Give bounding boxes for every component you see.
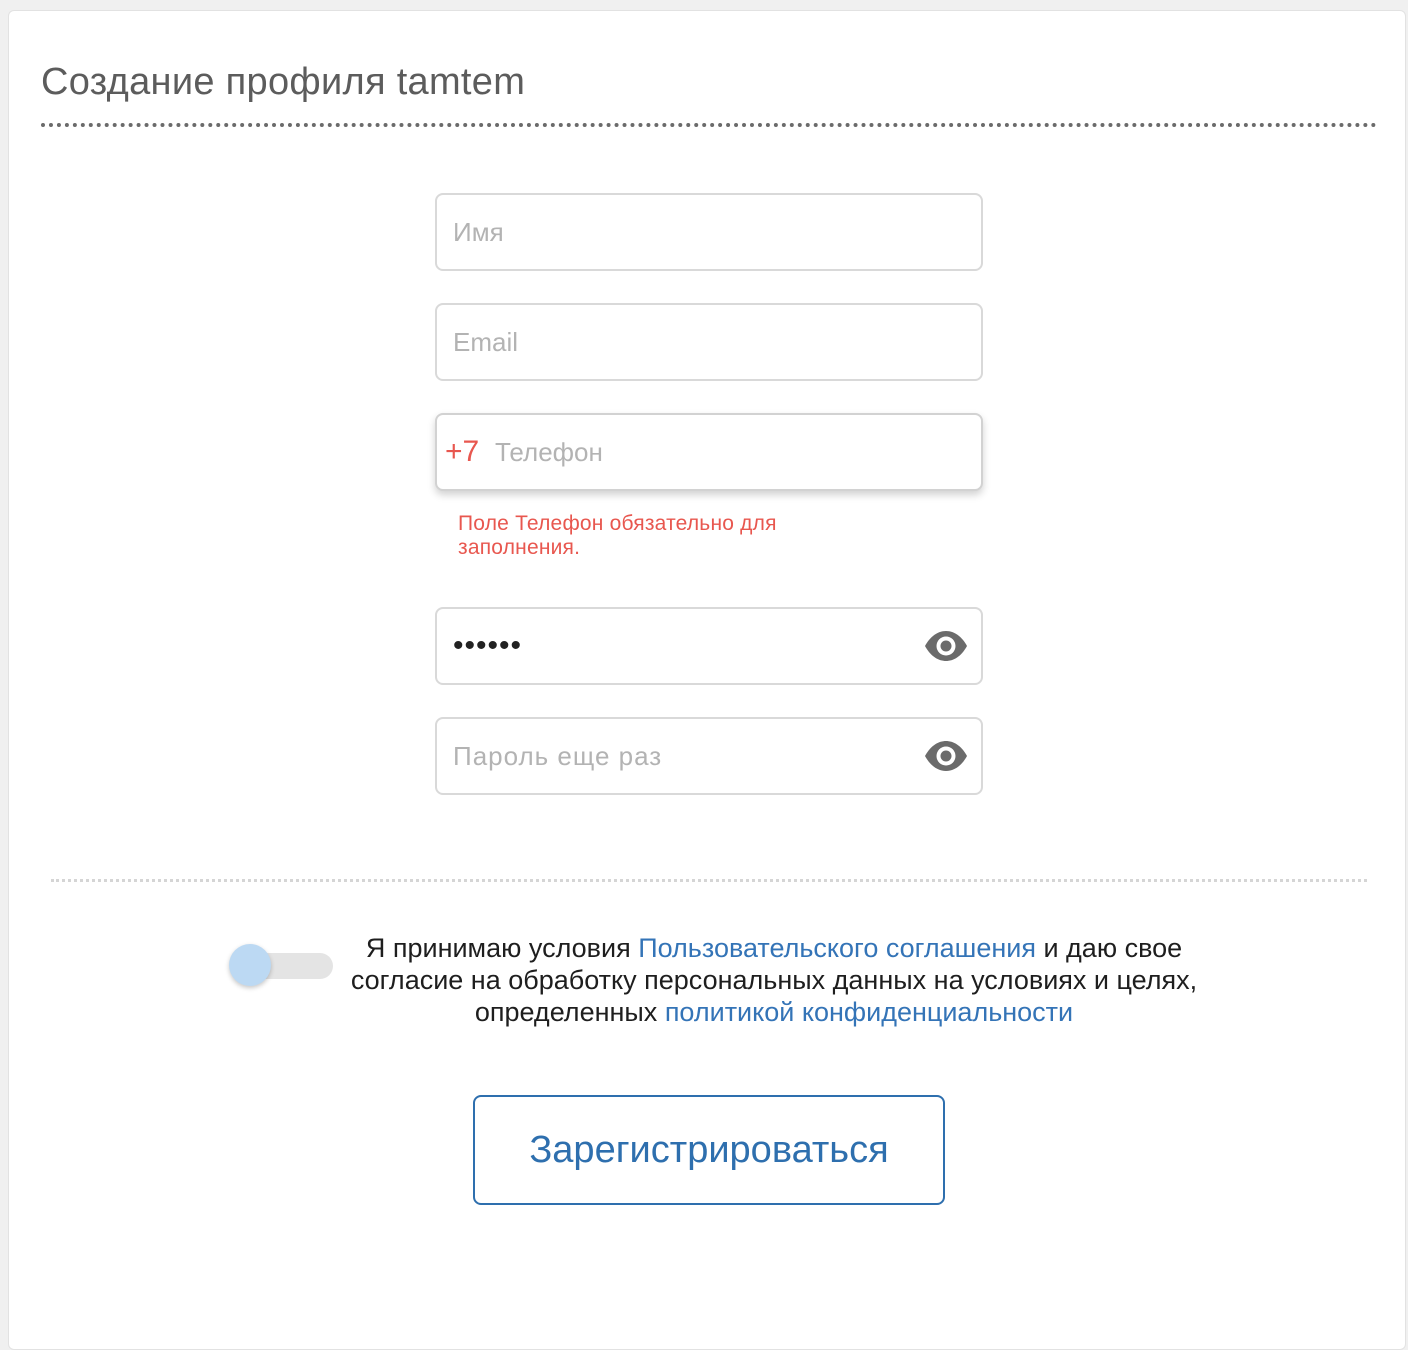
- email-field[interactable]: [435, 303, 983, 381]
- register-button[interactable]: Зарегистрироваться: [473, 1095, 945, 1205]
- registration-card: Создание профиля tamtem +7 Поле Телефон …: [8, 10, 1406, 1350]
- password-field[interactable]: [435, 607, 983, 685]
- privacy-policy-link[interactable]: политикой конфиденциальности: [665, 997, 1073, 1027]
- name-input[interactable]: [437, 195, 981, 269]
- name-field[interactable]: [435, 193, 983, 271]
- phone-field[interactable]: +7: [435, 413, 983, 491]
- password-repeat-input[interactable]: [437, 719, 981, 793]
- phone-error-message: Поле Телефон обязательно для заполнения.: [458, 512, 777, 559]
- eye-icon[interactable]: [923, 629, 969, 663]
- password-input[interactable]: [437, 609, 981, 683]
- title-divider: [41, 123, 1377, 127]
- user-agreement-link[interactable]: Пользовательского соглашения: [638, 933, 1036, 963]
- section-divider: [51, 879, 1367, 882]
- eye-icon[interactable]: [923, 739, 969, 773]
- agreement-text: Я принимаю условия Пользовательского сог…: [339, 932, 1209, 1028]
- password-repeat-field[interactable]: [435, 717, 983, 795]
- page-title: Создание профиля tamtem: [41, 61, 526, 103]
- agreement-text-part-1: Я принимаю условия: [365, 933, 639, 963]
- toggle-knob: [229, 944, 271, 986]
- agreement-toggle[interactable]: [229, 943, 335, 989]
- email-input[interactable]: [437, 305, 981, 379]
- phone-input[interactable]: [437, 415, 981, 489]
